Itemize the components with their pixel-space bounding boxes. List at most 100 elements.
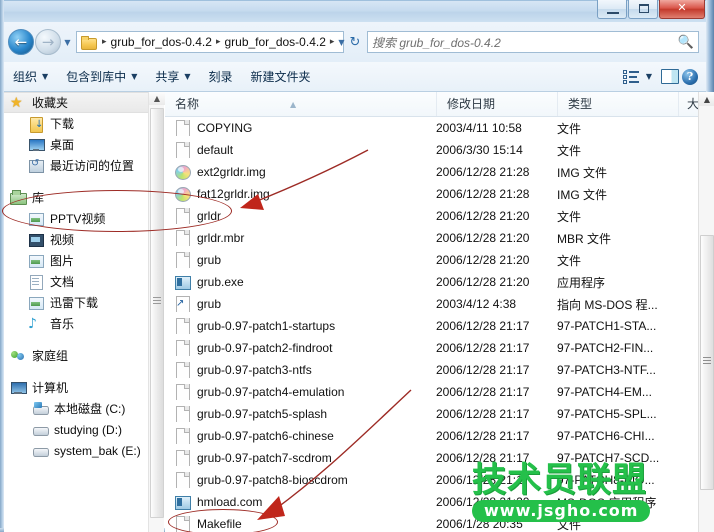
sidebar-item-studying-d[interactable]: studying (D:) [4, 419, 149, 440]
breadcrumb-separator[interactable]: ▸ [326, 37, 339, 47]
file-name-cell[interactable]: grub.exe [165, 274, 430, 290]
table-row[interactable]: ext2grldr.img 2006/12/28 21:28 IMG 文件 [165, 161, 698, 183]
back-button[interactable]: ← [8, 29, 34, 55]
minimize-button[interactable] [597, 0, 627, 19]
file-name-cell[interactable]: grub-0.97-patch1-startups [165, 318, 430, 334]
scrollbar-thumb[interactable] [150, 108, 164, 518]
file-name-cell[interactable]: grub-0.97-patch2-findroot [165, 340, 430, 356]
toolbar-new-folder-label: 新建文件夹 [250, 70, 311, 84]
table-row[interactable]: grub-0.97-patch2-findroot 2006/12/28 21:… [165, 337, 698, 359]
help-icon[interactable]: ? [682, 68, 698, 85]
forward-button[interactable]: → [35, 29, 61, 55]
sidebar-item-libraries[interactable]: 库 [4, 187, 149, 208]
file-name-cell[interactable]: ext2grldr.img [165, 164, 430, 180]
forward-arrow-icon: → [41, 32, 55, 51]
file-name-label: fat12grldr.img [197, 187, 270, 201]
scroll-up-icon[interactable]: ▲ [149, 92, 165, 105]
column-header-type[interactable]: 类型 [557, 92, 678, 116]
table-row[interactable]: grub 2006/12/28 21:20 文件 [165, 249, 698, 271]
file-name-cell[interactable]: grub-0.97-patch8-bioscdrom [165, 472, 430, 488]
file-name-cell[interactable]: grub [165, 252, 430, 268]
file-list-scrollbar[interactable]: ▲ [698, 92, 714, 532]
window-controls: ✕ [596, 0, 705, 21]
sidebar-item-music[interactable]: ♪ 音乐 [4, 313, 149, 334]
breadcrumb-item-2[interactable]: grub_for_dos-0.4.2 [224, 35, 325, 49]
toolbar-right-group: ▼ ? [621, 68, 706, 85]
view-dot [622, 74, 627, 79]
maximize-button[interactable] [628, 0, 658, 19]
file-name-cell[interactable]: grub-0.97-patch6-chinese [165, 428, 430, 444]
table-row[interactable]: fat12grldr.img 2006/12/28 21:28 IMG 文件 [165, 183, 698, 205]
view-dot [622, 69, 627, 74]
sidebar-item-system-bak-e[interactable]: system_bak (E:) [4, 440, 149, 461]
file-name-cell[interactable]: grldr.mbr [165, 230, 430, 246]
sidebar-item-desktop[interactable]: 桌面 [4, 134, 149, 155]
navigation-pane-scrollbar[interactable]: ▲ [148, 92, 165, 532]
scroll-up-icon[interactable]: ▲ [699, 92, 714, 106]
file-name-cell[interactable]: grub-0.97-patch5-splash [165, 406, 430, 422]
sidebar-item-pictures[interactable]: 图片 [4, 250, 149, 271]
sidebar-item-label: 下载 [50, 117, 75, 131]
sidebar-item-local-disk-c[interactable]: 本地磁盘 (C:) [4, 398, 149, 419]
refresh-button[interactable]: ↻ [344, 31, 366, 53]
table-row[interactable]: grub-0.97-patch1-startups 2006/12/28 21:… [165, 315, 698, 337]
close-button[interactable]: ✕ [659, 0, 705, 19]
sidebar-item-thunder-download[interactable]: 迅雷下载 [4, 292, 149, 313]
preview-pane-icon[interactable] [661, 69, 679, 84]
change-view-dropdown[interactable]: ▼ [644, 72, 658, 81]
file-name-cell[interactable]: grub-0.97-patch3-ntfs [165, 362, 430, 378]
drive-icon [32, 422, 49, 438]
sidebar-item-recent-places[interactable]: 最近访问的位置 [4, 155, 149, 176]
file-type-cell: 97-PATCH8-BIO... [557, 473, 655, 487]
sidebar-item-downloads[interactable]: 下载 [4, 113, 149, 134]
change-view-icon[interactable] [621, 69, 641, 85]
table-row[interactable]: grub-0.97-patch8-bioscdrom 2006/12/28 21… [165, 469, 698, 491]
file-name-cell[interactable]: hmload.com [165, 494, 430, 510]
table-row[interactable]: Makefile 2006/1/28 20:35 文件 [165, 513, 698, 532]
toolbar-include-in-library[interactable]: 包含到库中 ▼ [57, 65, 146, 89]
breadcrumb-separator[interactable]: ▸ [98, 37, 111, 47]
file-name-cell[interactable]: grub-0.97-patch7-scdrom [165, 450, 430, 466]
column-header-name[interactable]: 名称 ▲ [165, 92, 436, 116]
breadcrumb-separator[interactable]: ▸ [212, 37, 225, 47]
toolbar-include-in-library-label: 包含到库中 [66, 70, 127, 84]
table-row[interactable]: default 2006/3/30 15:14 文件 [165, 139, 698, 161]
table-row[interactable]: grub 2003/4/12 4:38 指向 MS-DOS 程... [165, 293, 698, 315]
search-input[interactable]: 搜索 grub_for_dos-0.4.2 🔍 [367, 31, 699, 53]
table-row[interactable]: grub.exe 2006/12/28 21:20 应用程序 [165, 271, 698, 293]
file-name-cell[interactable]: COPYING [165, 120, 430, 136]
toolbar-share[interactable]: 共享 ▼ [146, 65, 199, 89]
table-row[interactable]: grldr 2006/12/28 21:20 文件 [165, 205, 698, 227]
sidebar-item-homegroup[interactable]: 家庭组 [4, 345, 149, 366]
table-row[interactable]: grub-0.97-patch7-scdrom 2006/12/28 21:17… [165, 447, 698, 469]
table-row[interactable]: grub-0.97-patch3-ntfs 2006/12/28 21:17 9… [165, 359, 698, 381]
sidebar-item-documents[interactable]: 文档 [4, 271, 149, 292]
sidebar-item-computer[interactable]: 计算机 [4, 377, 149, 398]
toolbar-burn[interactable]: 刻录 [200, 65, 242, 89]
address-bar[interactable]: ▸ grub_for_dos-0.4.2 ▸ grub_for_dos-0.4.… [76, 31, 345, 53]
recent-locations-button[interactable]: ▼ [61, 29, 74, 55]
column-header-size[interactable]: 大 [678, 92, 698, 116]
table-row[interactable]: grldr.mbr 2006/12/28 21:20 MBR 文件 [165, 227, 698, 249]
file-blank-icon [174, 428, 191, 444]
breadcrumb-item-1[interactable]: grub_for_dos-0.4.2 [111, 35, 212, 49]
toolbar-organize[interactable]: 组织 ▼ [4, 65, 57, 89]
table-row[interactable]: COPYING 2003/4/11 10:58 文件 [165, 117, 698, 139]
sidebar-item-pptv-video[interactable]: PPTV视频 [4, 208, 149, 229]
file-name-cell[interactable]: grub [165, 296, 430, 312]
file-name-cell[interactable]: grldr [165, 208, 430, 224]
sidebar-item-videos[interactable]: 视频 [4, 229, 149, 250]
file-name-cell[interactable]: fat12grldr.img [165, 186, 430, 202]
system-drive-icon [32, 401, 49, 417]
file-name-cell[interactable]: default [165, 142, 430, 158]
toolbar-new-folder[interactable]: 新建文件夹 [242, 65, 320, 89]
table-row[interactable]: grub-0.97-patch4-emulation 2006/12/28 21… [165, 381, 698, 403]
table-row[interactable]: hmload.com 2006/12/28 21:20 MS-DOS 应用程序 [165, 491, 698, 513]
column-header-date-modified[interactable]: 修改日期 [436, 92, 557, 116]
sidebar-item-favorites[interactable]: ★ 收藏夹 [4, 92, 149, 113]
table-row[interactable]: grub-0.97-patch5-splash 2006/12/28 21:17… [165, 403, 698, 425]
file-date-cell: 2006/3/30 15:14 [436, 143, 523, 157]
file-name-cell[interactable]: Makefile [165, 516, 430, 532]
file-name-cell[interactable]: grub-0.97-patch4-emulation [165, 384, 430, 400]
table-row[interactable]: grub-0.97-patch6-chinese 2006/12/28 21:1… [165, 425, 698, 447]
